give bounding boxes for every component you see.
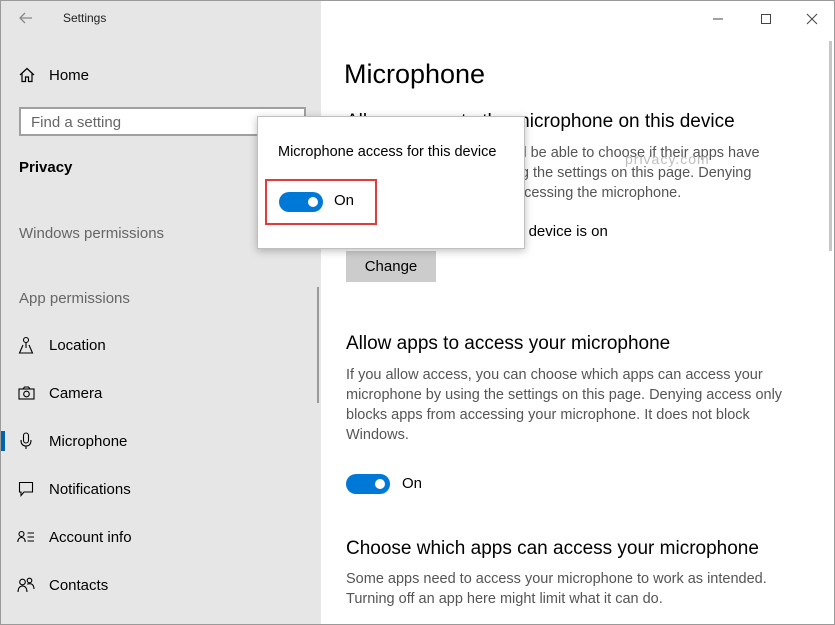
notifications-icon (17, 480, 35, 498)
sidebar-item-label: Contacts (49, 576, 109, 594)
toggle-knob (375, 479, 385, 489)
apps-access-toggle[interactable] (346, 474, 390, 494)
maximize-icon (761, 14, 771, 24)
close-icon (806, 13, 818, 25)
maximize-button[interactable] (756, 9, 776, 29)
back-arrow-icon (19, 12, 32, 24)
account-info-icon (17, 528, 35, 546)
group-label-windows-permissions: Windows permissions (19, 225, 165, 242)
apps-access-toggle-label: On (402, 475, 423, 492)
sidebar-item-camera[interactable]: Camera (1, 373, 321, 413)
sidebar-scrollbar[interactable] (317, 287, 319, 403)
contacts-icon (17, 576, 35, 594)
minimize-icon (713, 18, 723, 20)
sidebar-item-location[interactable]: Location (1, 325, 321, 365)
sidebar-item-label: Notifications (49, 480, 131, 498)
page-title: Microphone (344, 59, 486, 89)
microphone-access-flyout: Microphone access for this device On (257, 116, 525, 249)
choose-apps-description: Some apps need to access your microphone… (346, 571, 767, 607)
sidebar-item-label: Camera (49, 384, 103, 402)
highlight-annotation (265, 179, 377, 225)
home-icon (19, 67, 35, 83)
app-title: Settings (63, 11, 107, 25)
watermark: privacy.com (625, 151, 710, 167)
settings-window: Settings Home Find a setting Privacy Win… (0, 0, 835, 625)
home-label: Home (49, 66, 90, 84)
flyout-description: Microphone access for this device (278, 144, 497, 160)
sidebar: Settings Home Find a setting Privacy Win… (1, 1, 321, 624)
sidebar-item-label: Account info (49, 528, 132, 546)
home-nav-item[interactable]: Home (19, 63, 89, 87)
search-placeholder: Find a setting (31, 114, 122, 131)
microphone-icon (17, 432, 35, 450)
change-button[interactable]: Change (346, 251, 436, 282)
location-icon (17, 336, 35, 354)
minimize-button[interactable] (708, 9, 728, 29)
sidebar-item-notifications[interactable]: Notifications (1, 469, 321, 509)
close-button[interactable] (802, 9, 822, 29)
active-indicator (1, 431, 5, 451)
choose-apps-heading: Choose which apps can access your microp… (346, 538, 759, 559)
sidebar-item-contacts[interactable]: Contacts (1, 565, 321, 605)
camera-icon (17, 384, 35, 402)
group-label-app-permissions: App permissions (19, 290, 130, 307)
back-button[interactable] (15, 7, 37, 29)
section-heading: Privacy (19, 159, 73, 176)
apps-section-description: If you allow access, you can choose whic… (346, 367, 783, 443)
apps-section-heading: Allow apps to access your microphone (346, 333, 671, 354)
main-scrollbar[interactable] (829, 41, 832, 251)
sidebar-item-label: Location (49, 336, 106, 354)
main-content: Microphone Allow access to the microphon… (322, 1, 834, 624)
sidebar-item-account-info[interactable]: Account info (1, 517, 321, 557)
sidebar-item-label: Microphone (49, 432, 128, 450)
sidebar-item-microphone[interactable]: Microphone (1, 421, 321, 461)
